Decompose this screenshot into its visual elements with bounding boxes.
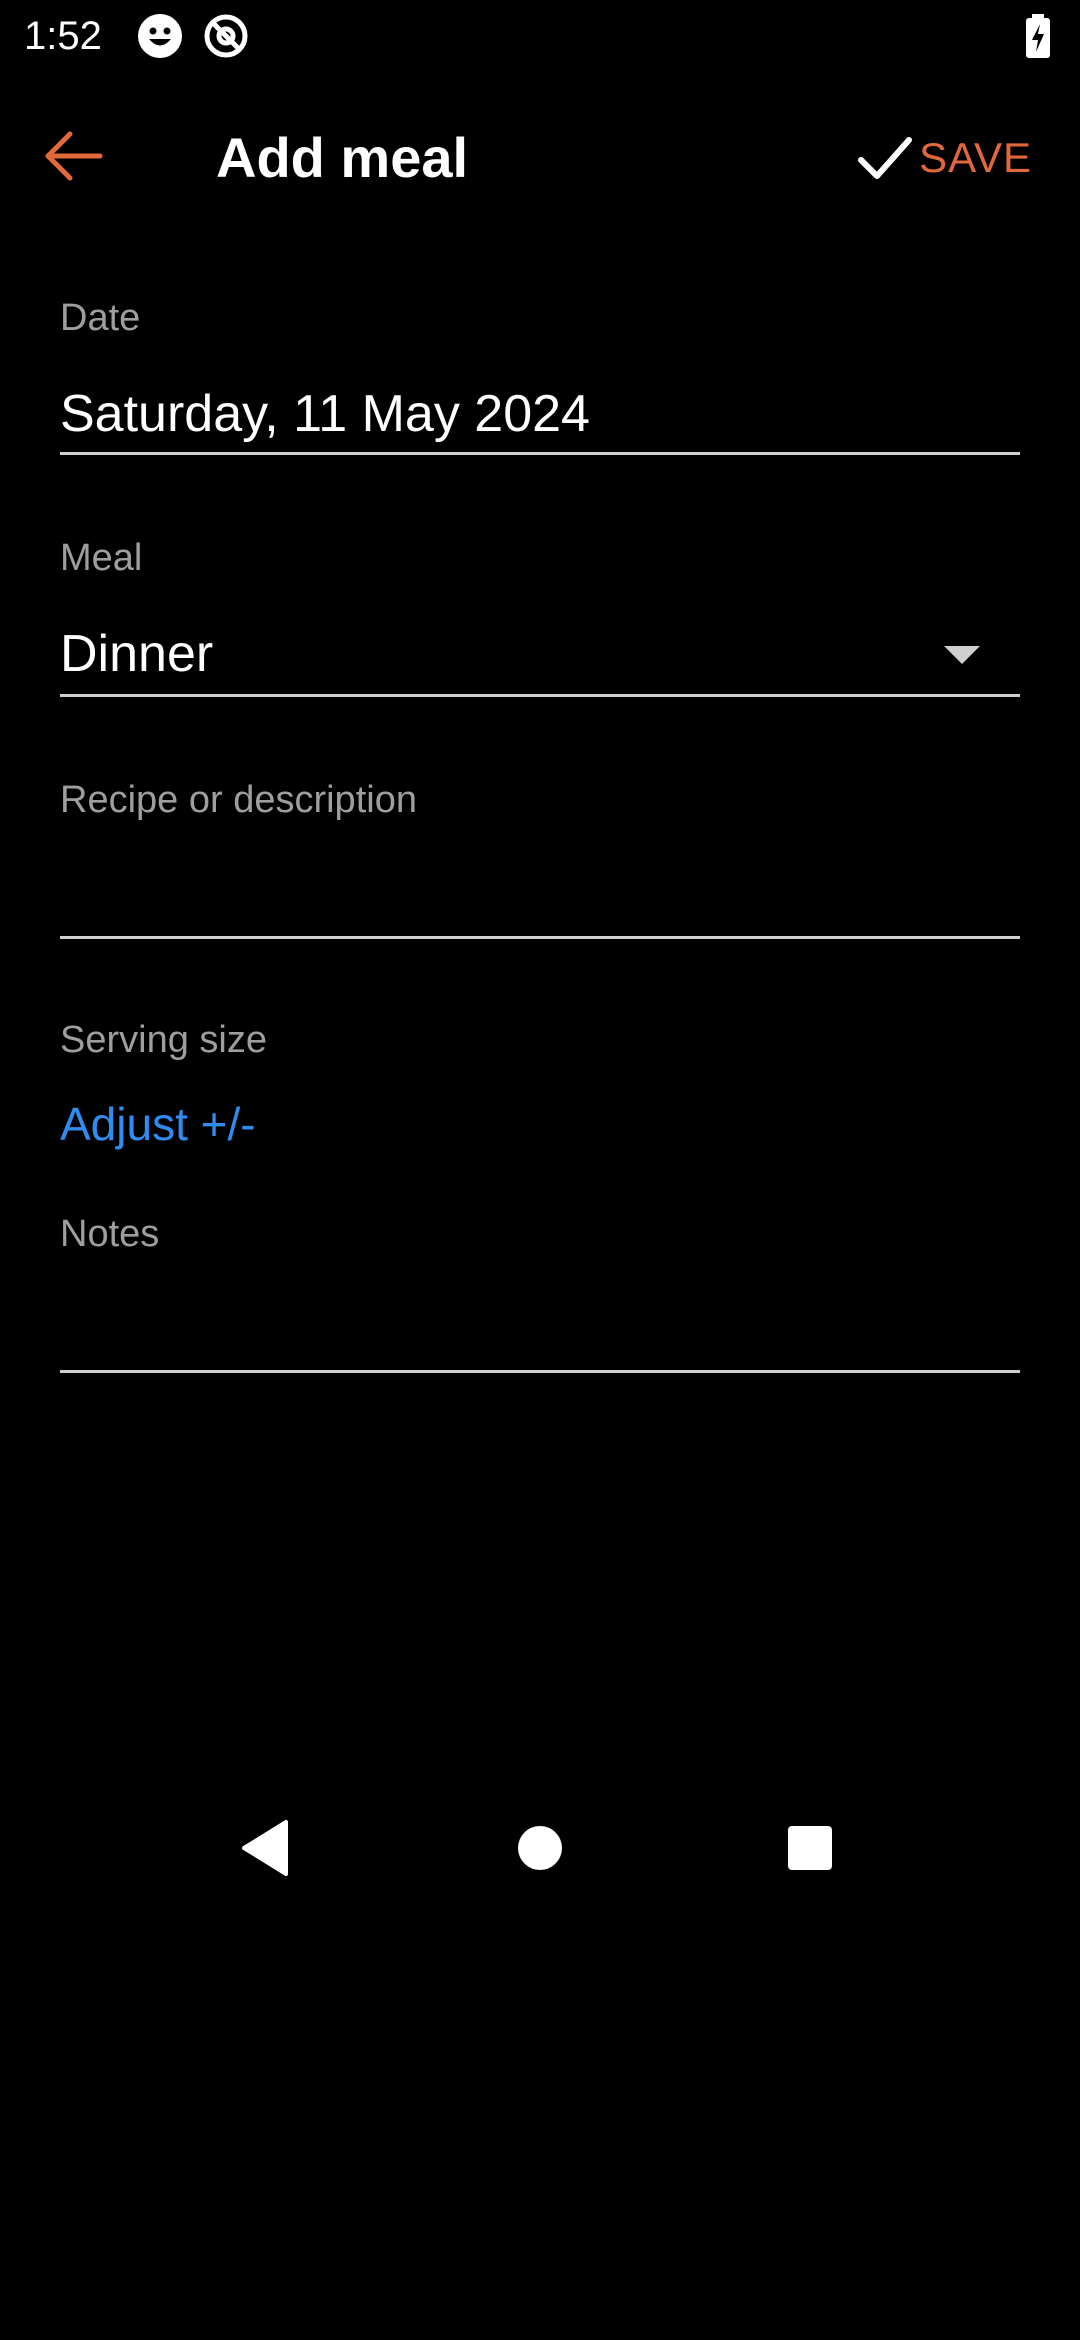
battery-charging-icon <box>1022 12 1054 60</box>
nav-home-button[interactable] <box>508 1816 572 1880</box>
notes-input[interactable]: Notes <box>60 1212 1020 1374</box>
nav-back-icon <box>236 1816 300 1880</box>
recipe-underline <box>60 936 1020 939</box>
dropdown-arrow-icon <box>944 646 980 666</box>
meal-value: Dinner <box>60 625 214 683</box>
notes-underline <box>60 1370 1020 1373</box>
nav-back-button[interactable] <box>236 1816 300 1880</box>
date-value: Saturday, 11 May 2024 <box>60 385 590 443</box>
recipe-input[interactable]: Recipe or description <box>60 778 1020 940</box>
arrow-left-icon <box>40 122 108 190</box>
date-field[interactable]: Date Saturday, 11 May 2024 <box>60 296 1020 456</box>
adjust-serving-button[interactable]: Adjust +/- <box>60 1096 256 1152</box>
emoji-face-icon <box>136 12 184 60</box>
meal-dropdown[interactable]: Meal Dinner <box>60 536 1020 698</box>
back-button[interactable] <box>40 122 108 190</box>
meal-underline <box>60 694 1020 697</box>
serving-size-section: Serving size <box>60 1018 1020 1068</box>
at-sign-icon <box>202 12 250 60</box>
serving-size-label: Serving size <box>60 1019 267 1061</box>
save-button[interactable]: SAVE <box>855 126 1032 190</box>
page-title: Add meal <box>216 126 469 189</box>
nav-recents-icon <box>778 1816 842 1880</box>
nav-recents-button[interactable] <box>778 1816 842 1880</box>
system-nav-bar <box>0 1800 1080 1896</box>
status-bar: 1:52 <box>0 0 1080 72</box>
status-time: 1:52 <box>24 14 102 58</box>
recipe-label: Recipe or description <box>60 779 417 821</box>
meal-label: Meal <box>60 537 143 579</box>
nav-home-icon <box>508 1816 572 1880</box>
save-label: SAVE <box>919 134 1032 181</box>
notes-label: Notes <box>60 1213 160 1255</box>
date-label: Date <box>60 297 141 339</box>
check-icon <box>855 128 919 188</box>
date-underline <box>60 452 1020 455</box>
app-bar: Add meal SAVE <box>0 96 1080 216</box>
